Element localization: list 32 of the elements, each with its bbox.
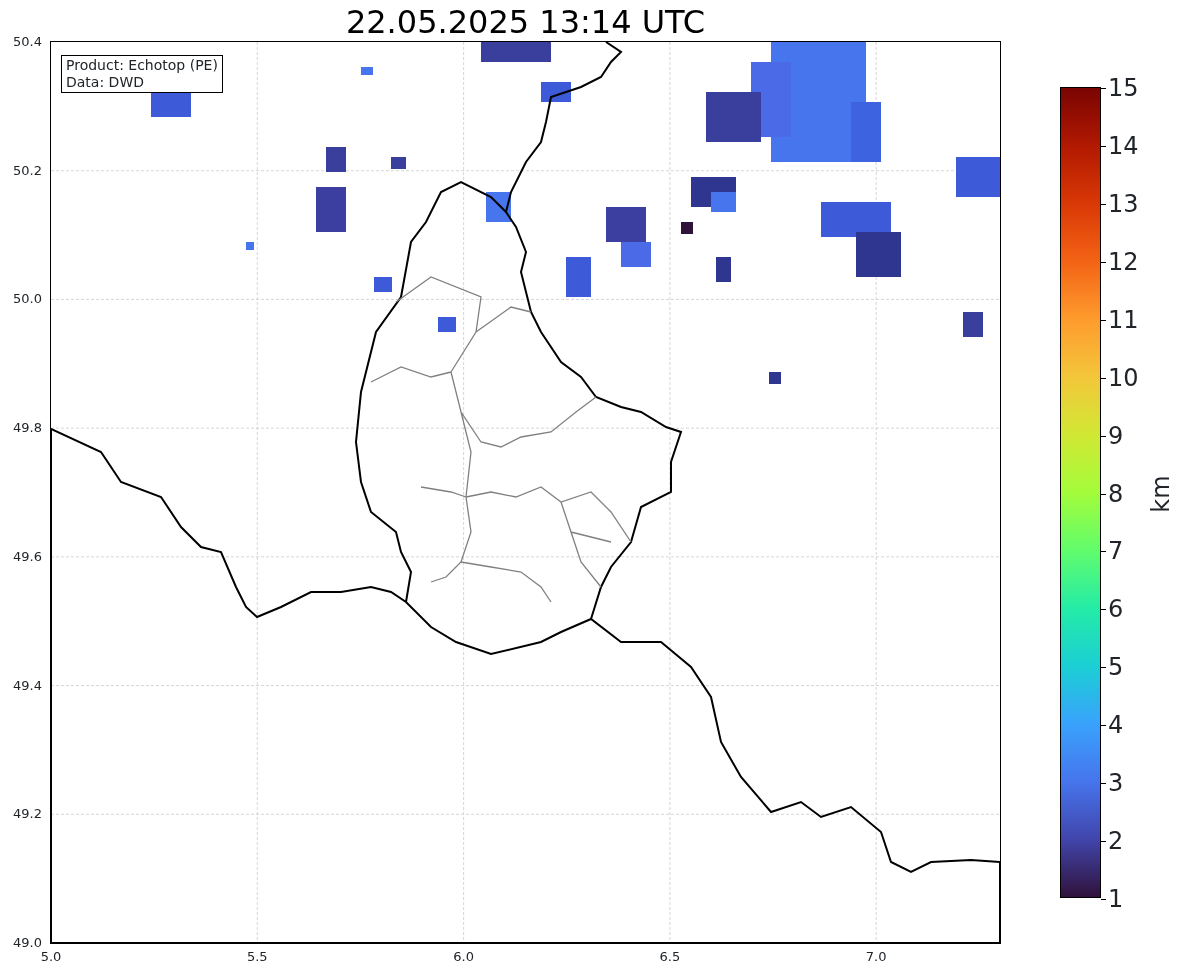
legend-text: Data: DWD (66, 74, 145, 91)
colorbar-label: 4 (1108, 711, 1124, 740)
x-axis-label: 6.5 (659, 949, 681, 965)
colorbar-label: 8 (1108, 479, 1124, 508)
y-axis-label: 49.4 (13, 677, 42, 694)
colorbar-label: 13 (1108, 189, 1139, 218)
y-axis-label: 50.4 (13, 34, 42, 50)
colorbar-label: 15 (1108, 74, 1139, 102)
colorbar-label: 5 (1108, 653, 1124, 682)
y-axis-label: 49.0 (13, 935, 42, 951)
colorbar-label: 11 (1108, 305, 1139, 334)
colorbar-label: 2 (1108, 827, 1124, 856)
y-axis-label: 49.8 (13, 420, 42, 437)
legend-text: Product: Echotop (PE) (66, 57, 218, 74)
colorbar-label: 10 (1108, 363, 1139, 392)
x-axis-label: 5.0 (40, 949, 62, 965)
colorbar-label: 9 (1108, 421, 1124, 450)
colorbar-label: 7 (1108, 537, 1124, 566)
colorbar-label: 1 (1108, 885, 1124, 913)
y-axis-label: 49.6 (13, 548, 42, 565)
x-axis-label: 5.5 (246, 949, 268, 965)
colorbar-title: km (1146, 475, 1175, 513)
colorbar-label: 3 (1108, 769, 1124, 798)
y-axis-label: 50.0 (13, 291, 42, 308)
colorbar-label: 6 (1108, 595, 1124, 624)
y-axis-label: 49.2 (13, 806, 42, 823)
x-axis-label: 6.0 (453, 949, 474, 965)
colorbar-label: 14 (1108, 131, 1139, 160)
x-axis-label: 7.0 (865, 949, 887, 965)
colorbar-label: 12 (1108, 247, 1139, 276)
chart-title: 22.05.2025 13:14 UTC (344, 2, 707, 42)
y-axis-label: 50.2 (13, 162, 42, 179)
